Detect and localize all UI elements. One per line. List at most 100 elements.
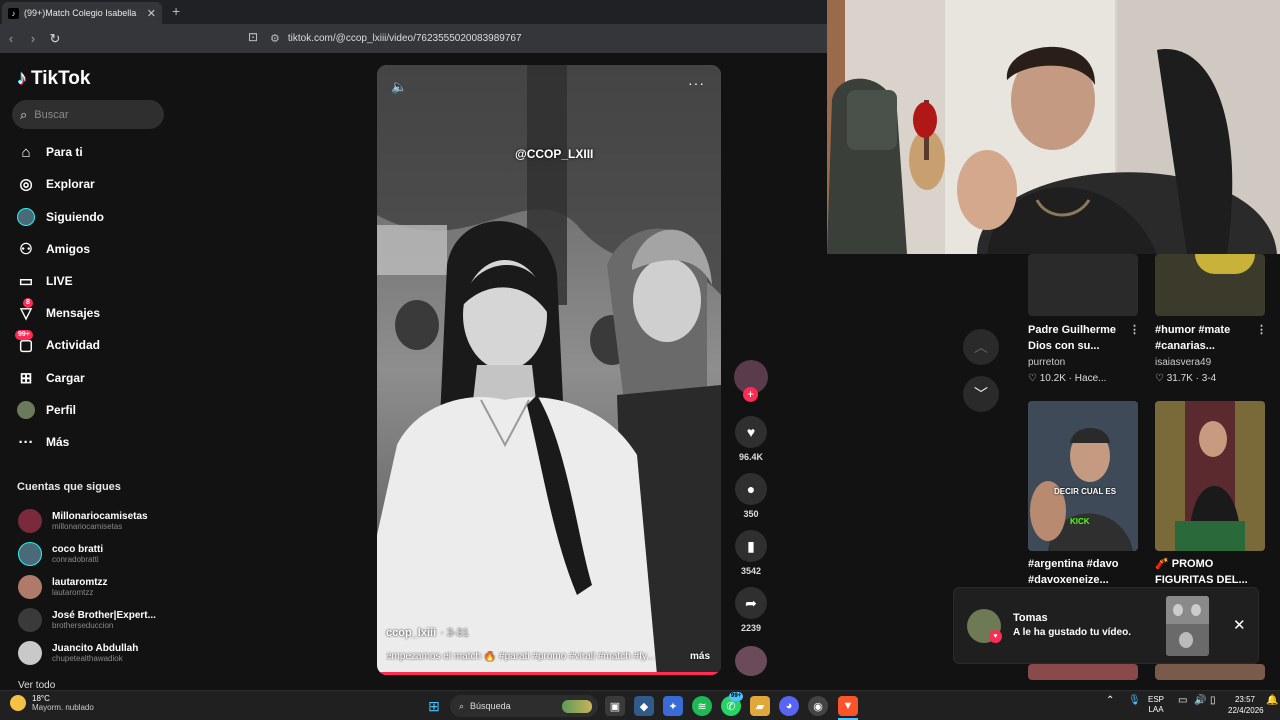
more-options-icon[interactable]: ⋮ (1256, 322, 1267, 338)
notification-thumbnail[interactable] (1166, 596, 1209, 656)
comment-button[interactable]: ● 350 (733, 473, 769, 519)
back-icon[interactable]: ‹ (0, 31, 22, 46)
tray-chevron-icon[interactable]: ⌃ (1106, 695, 1114, 706)
bookmark-icon: ▮ (735, 530, 767, 562)
clock[interactable]: 23:57 22/4/2026 (1228, 694, 1264, 716)
avatar (18, 509, 42, 533)
music-disc-avatar[interactable] (735, 646, 767, 676)
account-handle: millonariocamisetas (52, 522, 123, 531)
whatsapp-badge: 99+ (729, 692, 744, 701)
thumbnail-art (1166, 596, 1209, 656)
recommendation-thumbnail[interactable] (1155, 401, 1265, 551)
nav-label: Amigos (46, 242, 91, 256)
browser-tab[interactable]: ♪ (99+)Match Colegio Isabella ✕ (2, 2, 162, 24)
heart-icon: ♥ (989, 630, 1002, 643)
video-author[interactable]: ccop_lxiii · 3-31 (386, 627, 469, 639)
copilot-icon[interactable]: ✦ (663, 696, 683, 716)
language-indicator[interactable]: ESP LAA (1148, 695, 1164, 715)
follow-plus-icon[interactable]: + (743, 387, 758, 402)
following-account[interactable]: José Brother|Expert... brotherseduccion (18, 606, 168, 634)
nav-mensajes[interactable]: ▽ 8 Mensajes (17, 298, 100, 325)
caption-more-link[interactable]: más (690, 651, 710, 662)
nav-label: Para ti (46, 145, 83, 159)
nav-mas[interactable]: ··· Más (17, 430, 70, 454)
title-line: FIGURITAS DEL... (1155, 574, 1248, 586)
live-icon: ▭ (18, 273, 34, 290)
site-settings-icon[interactable]: ⚙ (270, 32, 280, 45)
recommendation-thumbnail[interactable] (1155, 254, 1265, 316)
recommendation-thumbnail[interactable] (1028, 664, 1138, 680)
search-input[interactable]: ⌕ Buscar (12, 100, 164, 129)
nav-siguiendo[interactable]: Siguiendo (17, 205, 104, 229)
following-account[interactable]: Juancito Abdullah chupetealthawadiok (18, 639, 168, 667)
network-icon[interactable]: ▭ (1178, 695, 1187, 706)
task-view-icon[interactable]: ▣ (605, 696, 625, 716)
video-player[interactable]: 🔈 ··· @CCOP_LXIII ccop_lxiii · 3-31 empez… (377, 65, 721, 675)
recommendation-title[interactable]: 🧨 PROMO FIGURITAS DEL... (1155, 556, 1265, 588)
nav-label: LIVE (46, 274, 73, 288)
nav-label: Actividad (46, 338, 101, 352)
following-account[interactable]: lautaromtzz lautaromtzz (18, 573, 168, 601)
app-icon[interactable]: ◆ (634, 696, 654, 716)
compass-icon: ◎ (19, 176, 33, 193)
weather-widget[interactable]: 18°C Mayorm. nublado (10, 694, 94, 712)
video-progress-bar[interactable] (377, 672, 721, 675)
address-bar[interactable]: ⚙ tiktok.com/@ccop_lxiii/video/762355502… (270, 28, 830, 49)
nav-amigos[interactable]: ⚇ Amigos (17, 237, 90, 261)
spotify-icon[interactable]: ≋ (692, 696, 712, 716)
following-account[interactable]: coco bratti conradobratti (18, 540, 168, 568)
discord-icon[interactable]: ◕ (779, 696, 799, 716)
taskbar-search-label: Búsqueda (470, 701, 511, 711)
tiktok-logo-icon: ♪ (17, 67, 27, 89)
share-icon: ➦ (735, 587, 767, 619)
temperature: 18°C (32, 694, 50, 703)
thumbnail-art (1195, 254, 1255, 274)
recommendation-author[interactable]: isaiasvera49 (1155, 357, 1265, 368)
file-explorer-icon[interactable]: ▰ (750, 696, 770, 716)
recommendation-title[interactable]: #humor #mate #canarias... ⋮ (1155, 322, 1267, 354)
volume-icon[interactable]: 🔊 (1194, 695, 1206, 706)
following-section-title: Cuentas que sigues (17, 481, 121, 493)
recommendation-thumbnail[interactable] (1155, 664, 1265, 680)
taskbar-search[interactable]: ⌕ Búsqueda (450, 695, 598, 717)
forward-icon[interactable]: › (22, 31, 44, 46)
share-button[interactable]: ➦ 2239 (733, 587, 769, 633)
like-button[interactable]: ♥ 96.4K (733, 416, 769, 462)
app-icon[interactable]: ◉ (808, 696, 828, 716)
next-video-button[interactable]: ﹀ (963, 376, 999, 412)
tiktok-logo[interactable]: ♪ TikTok (17, 67, 90, 90)
nav-cargar[interactable]: ⊞ Cargar (17, 366, 85, 390)
recommendation-thumbnail[interactable] (1028, 254, 1138, 316)
nav-explorar[interactable]: ◎ Explorar (17, 172, 94, 196)
windows-start-icon[interactable]: ⊞ (424, 696, 444, 716)
brave-browser-icon[interactable]: ▼ (838, 696, 858, 716)
following-account[interactable]: Millonariocamisetas millonariocamisetas (18, 507, 168, 535)
nav-perfil[interactable]: Perfil (17, 398, 76, 422)
notification-bell-icon[interactable]: 🔔 (1266, 695, 1278, 706)
nav-para-ti[interactable]: ⌂ Para ti (17, 140, 83, 164)
recommendation-thumbnail[interactable]: DECIR CUAL ES KICK (1028, 401, 1138, 551)
save-button[interactable]: ▮ 3542 (733, 530, 769, 576)
video-author-name: ccop_lxiii (386, 627, 437, 639)
account-name: Millonariocamisetas (52, 511, 148, 522)
reload-icon[interactable]: ↻ (44, 31, 66, 47)
recommendation-author[interactable]: purreton (1028, 357, 1138, 368)
close-tab-icon[interactable]: ✕ (147, 7, 156, 20)
close-icon[interactable]: ✕ (1233, 616, 1246, 634)
microphone-icon[interactable]: 🎙 (1128, 695, 1141, 706)
notification-toast[interactable]: ♥ Tomas A le ha gustado tu vídeo. ✕ (953, 587, 1259, 664)
battery-icon[interactable]: ▯ (1210, 695, 1216, 706)
more-options-icon[interactable]: ··· (688, 75, 705, 91)
nav-live[interactable]: ▭ LIVE (17, 269, 73, 293)
more-options-icon[interactable]: ⋮ (1129, 322, 1140, 338)
bookmark-icon[interactable]: ⊡ (248, 30, 258, 44)
previous-video-button[interactable]: ︿ (963, 329, 999, 365)
recommendation-title[interactable]: Padre Guilherme Dios con su... ⋮ (1028, 322, 1140, 354)
recommendation-title[interactable]: #argentina #davo #davoxeneize... (1028, 556, 1138, 588)
caption-text: empezamos el match 🔥 #parati #promo #vir… (386, 651, 655, 662)
nav-actividad[interactable]: ▢ 99+ Actividad (15, 330, 101, 357)
new-tab-icon[interactable]: + (172, 3, 180, 19)
sound-icon[interactable]: 🔈 (391, 79, 407, 95)
logo-text: TikTok (31, 67, 91, 89)
recommendation-stats: ♡ 10.2K · Hace... (1028, 373, 1107, 384)
